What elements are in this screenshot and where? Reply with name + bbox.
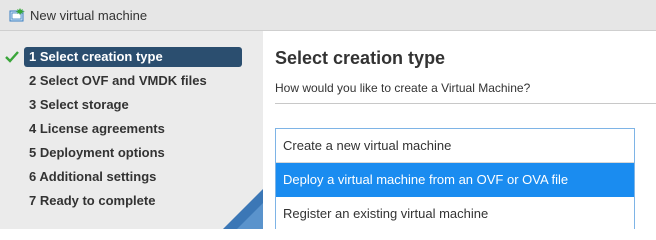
- window-title: New virtual machine: [30, 8, 148, 23]
- wizard-step-select-storage[interactable]: 3 Select storage: [24, 95, 242, 115]
- wizard-step-additional-settings[interactable]: 6 Additional settings: [24, 167, 242, 187]
- option-register-existing-vm[interactable]: Register an existing virtual machine: [276, 197, 634, 231]
- new-vm-icon: [9, 8, 25, 22]
- creation-type-list[interactable]: Create a new virtual machine Deploy a vi…: [275, 128, 635, 229]
- wizard-step-ready-to-complete[interactable]: 7 Ready to complete: [24, 191, 242, 211]
- page-subtitle: How would you like to create a Virtual M…: [275, 81, 531, 95]
- sidebar-decoration-inner: [237, 203, 263, 229]
- divider: [275, 103, 656, 104]
- wizard-steps-sidebar: 1 Select creation type 2 Select OVF and …: [0, 31, 263, 229]
- option-create-new-vm[interactable]: Create a new virtual machine: [276, 129, 634, 163]
- checkmark-icon: [5, 51, 19, 63]
- wizard-step-select-creation-type[interactable]: 1 Select creation type: [24, 47, 242, 67]
- wizard-step-deployment-options[interactable]: 5 Deployment options: [24, 143, 242, 163]
- wizard-step-license-agreements[interactable]: 4 License agreements: [24, 119, 242, 139]
- window-titlebar: New virtual machine: [0, 0, 656, 31]
- wizard-content: Select creation type How would you like …: [263, 31, 656, 229]
- page-title: Select creation type: [275, 48, 446, 68]
- option-deploy-from-ovf-ova[interactable]: Deploy a virtual machine from an OVF or …: [276, 163, 634, 197]
- wizard-step-select-ovf-vmdk[interactable]: 2 Select OVF and VMDK files: [24, 71, 242, 91]
